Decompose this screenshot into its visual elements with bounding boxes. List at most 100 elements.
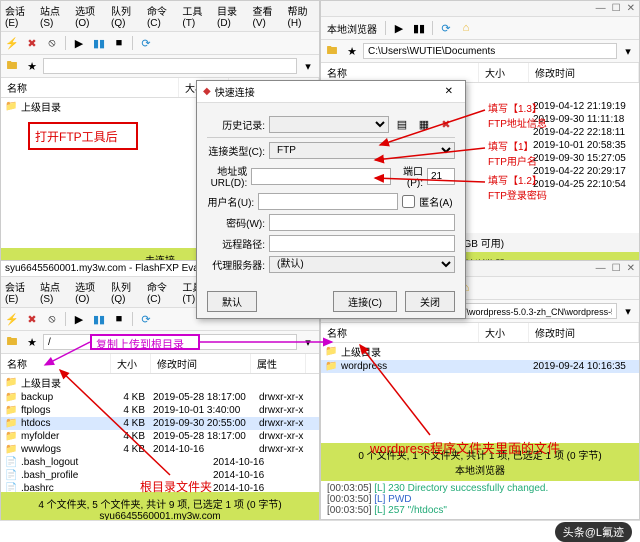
close-icon[interactable]: ✕ bbox=[627, 3, 635, 14]
remote-input[interactable] bbox=[269, 235, 455, 252]
menu-item[interactable]: 命令(C) bbox=[147, 279, 174, 305]
menu-item[interactable]: 会话(E) bbox=[5, 279, 32, 305]
menu-item[interactable]: 队列(Q) bbox=[111, 3, 139, 29]
col-size[interactable]: 大小 bbox=[111, 354, 151, 373]
menu-item[interactable]: 队列(Q) bbox=[111, 279, 139, 305]
connect-button[interactable]: 连接(C) bbox=[333, 291, 397, 312]
disconnect-icon[interactable]: ✖ bbox=[23, 310, 41, 328]
path-input[interactable] bbox=[43, 58, 297, 74]
close-icon[interactable]: ✕ bbox=[627, 263, 635, 274]
default-button[interactable]: 默认 bbox=[207, 291, 257, 312]
list-item-selected[interactable]: 📁htdocs4 KB2019-09-30 20:55:00drwxr-xr-x bbox=[1, 417, 319, 430]
dropdown-icon[interactable]: ▾ bbox=[299, 333, 317, 351]
close-button[interactable]: 关闭 bbox=[405, 291, 455, 312]
disconnect-icon[interactable]: ✖ bbox=[23, 34, 41, 52]
abort-icon[interactable]: ⦸ bbox=[43, 310, 61, 328]
history-btn2[interactable]: ▦ bbox=[415, 115, 433, 133]
abort-icon[interactable]: ⦸ bbox=[43, 34, 61, 52]
local-label: 本地浏览器 bbox=[323, 21, 381, 36]
file-list[interactable]: 📁上级目录 📁wordpress2019-09-24 10:16:35 bbox=[321, 343, 639, 443]
tree-icon[interactable]: 🖿 bbox=[323, 42, 341, 60]
maximize-icon[interactable]: ☐ bbox=[612, 263, 621, 274]
menu-item[interactable]: 工具(T) bbox=[182, 3, 209, 29]
remote-label: 远程路径: bbox=[207, 236, 265, 251]
menu-item[interactable]: 帮助(H) bbox=[288, 3, 315, 29]
menu-item[interactable]: 站点(S) bbox=[40, 3, 67, 29]
list-item[interactable]: 📄.bash_logout2014-10-16 bbox=[1, 456, 319, 469]
list-item[interactable]: 📁ftplogs4 KB2019-10-01 3:40:00drwxr-xr-x bbox=[1, 404, 319, 417]
col-name[interactable]: 名称 bbox=[1, 354, 111, 373]
col-name[interactable]: 名称 bbox=[1, 78, 179, 97]
port-input[interactable] bbox=[427, 168, 455, 185]
list-item[interactable]: 📁myfolder4 KB2019-05-28 18:17:00drwxr-xr… bbox=[1, 430, 319, 443]
play-icon[interactable]: ▶ bbox=[390, 19, 408, 37]
menu-item[interactable]: 目录(D) bbox=[217, 3, 244, 29]
play-icon[interactable]: ▶ bbox=[70, 310, 88, 328]
list-item[interactable]: 📄.bashrc2014-10-16 bbox=[1, 482, 319, 492]
close-icon[interactable]: ✕ bbox=[439, 86, 459, 97]
pause-icon[interactable]: ▮▮ bbox=[410, 19, 428, 37]
home-icon[interactable]: ⌂ bbox=[457, 19, 475, 37]
col-date[interactable]: 修改时间 bbox=[529, 323, 639, 342]
pause-icon[interactable]: ▮▮ bbox=[90, 310, 108, 328]
bookmark-icon[interactable]: ★ bbox=[343, 42, 361, 60]
tree-icon[interactable]: 🖿 bbox=[3, 333, 21, 351]
list-item[interactable]: 📄.bash_profile2014-10-16 bbox=[1, 469, 319, 482]
minimize-icon[interactable]: — bbox=[596, 263, 606, 274]
refresh-icon[interactable]: ⟳ bbox=[437, 19, 455, 37]
menu-item[interactable]: 查看(V) bbox=[252, 3, 279, 29]
stop-icon[interactable]: ■ bbox=[110, 34, 128, 52]
list-item[interactable]: 📁backup4 KB2019-05-28 18:17:00drwxr-xr-x bbox=[1, 391, 319, 404]
menu-item[interactable]: 选项(O) bbox=[75, 279, 103, 305]
col-size[interactable]: 大小 bbox=[479, 63, 529, 82]
anon-checkbox[interactable] bbox=[402, 193, 415, 210]
tree-icon[interactable]: 🖿 bbox=[3, 57, 21, 75]
updir-row[interactable]: 📁上级目录 bbox=[1, 374, 319, 391]
bookmark-icon[interactable]: ★ bbox=[23, 333, 41, 351]
pass-input[interactable] bbox=[269, 214, 455, 231]
refresh-icon[interactable]: ⟳ bbox=[137, 310, 155, 328]
delete-icon[interactable]: ✖ bbox=[437, 115, 455, 133]
pathbar: 🖿 ★ ▾ bbox=[321, 40, 639, 63]
dialog-buttons: 默认 连接(C) 关闭 bbox=[197, 285, 465, 318]
proxy-select[interactable]: (默认) bbox=[269, 256, 455, 273]
menu-item[interactable]: 选项(O) bbox=[75, 3, 103, 29]
pathbar: 🖿 ★ ▾ bbox=[1, 331, 319, 354]
col-perm[interactable]: 属性 bbox=[251, 354, 306, 373]
status-bar: 0 个文件夹, 1 个文件夹, 共计 1 项, 已选定 1 项 (0 字节)本地… bbox=[321, 443, 639, 481]
updir-row[interactable]: 📁上级目录 bbox=[321, 343, 639, 360]
proxy-label: 代理服务器: bbox=[207, 257, 265, 272]
stop-icon[interactable]: ■ bbox=[110, 310, 128, 328]
dropdown-icon[interactable]: ▾ bbox=[619, 42, 637, 60]
list-item-selected[interactable]: 📁wordpress2019-09-24 10:16:35 bbox=[321, 360, 639, 373]
pause-icon[interactable]: ▮▮ bbox=[90, 34, 108, 52]
col-size[interactable]: 大小 bbox=[479, 323, 529, 342]
list-item[interactable]: 📁wwwlogs4 KB2014-10-16drwxr-xr-x bbox=[1, 443, 319, 456]
maximize-icon[interactable]: ☐ bbox=[612, 3, 621, 14]
col-date[interactable]: 修改时间 bbox=[151, 354, 251, 373]
play-icon[interactable]: ▶ bbox=[70, 34, 88, 52]
bookmark-icon[interactable]: ★ bbox=[23, 57, 41, 75]
connect-icon[interactable]: ⚡ bbox=[3, 34, 21, 52]
dropdown-icon[interactable]: ▾ bbox=[299, 57, 317, 75]
user-input[interactable] bbox=[258, 193, 398, 210]
history-select[interactable] bbox=[269, 116, 389, 133]
menu-item[interactable]: 会话(E) bbox=[5, 3, 32, 29]
minimize-icon[interactable]: — bbox=[596, 3, 606, 14]
user-label: 用户名(U): bbox=[207, 194, 254, 209]
url-label: 地址或 URL(D): bbox=[207, 163, 247, 189]
file-list[interactable]: 📁上级目录 📁backup4 KB2019-05-28 18:17:00drwx… bbox=[1, 374, 319, 492]
col-name[interactable]: 名称 bbox=[321, 323, 479, 342]
connect-icon[interactable]: ⚡ bbox=[3, 310, 21, 328]
dropdown-icon[interactable]: ▾ bbox=[619, 302, 637, 320]
menu-item[interactable]: 站点(S) bbox=[40, 279, 67, 305]
path-input[interactable] bbox=[43, 334, 297, 350]
type-select[interactable]: FTP bbox=[269, 142, 455, 159]
menu-item[interactable]: 命令(C) bbox=[147, 3, 174, 29]
path-input[interactable] bbox=[363, 43, 617, 59]
type-label: 连接类型(C): bbox=[207, 143, 265, 158]
refresh-icon[interactable]: ⟳ bbox=[137, 34, 155, 52]
history-btn1[interactable]: ▤ bbox=[393, 115, 411, 133]
col-date[interactable]: 修改时间 bbox=[529, 63, 639, 82]
url-input[interactable] bbox=[251, 168, 391, 185]
